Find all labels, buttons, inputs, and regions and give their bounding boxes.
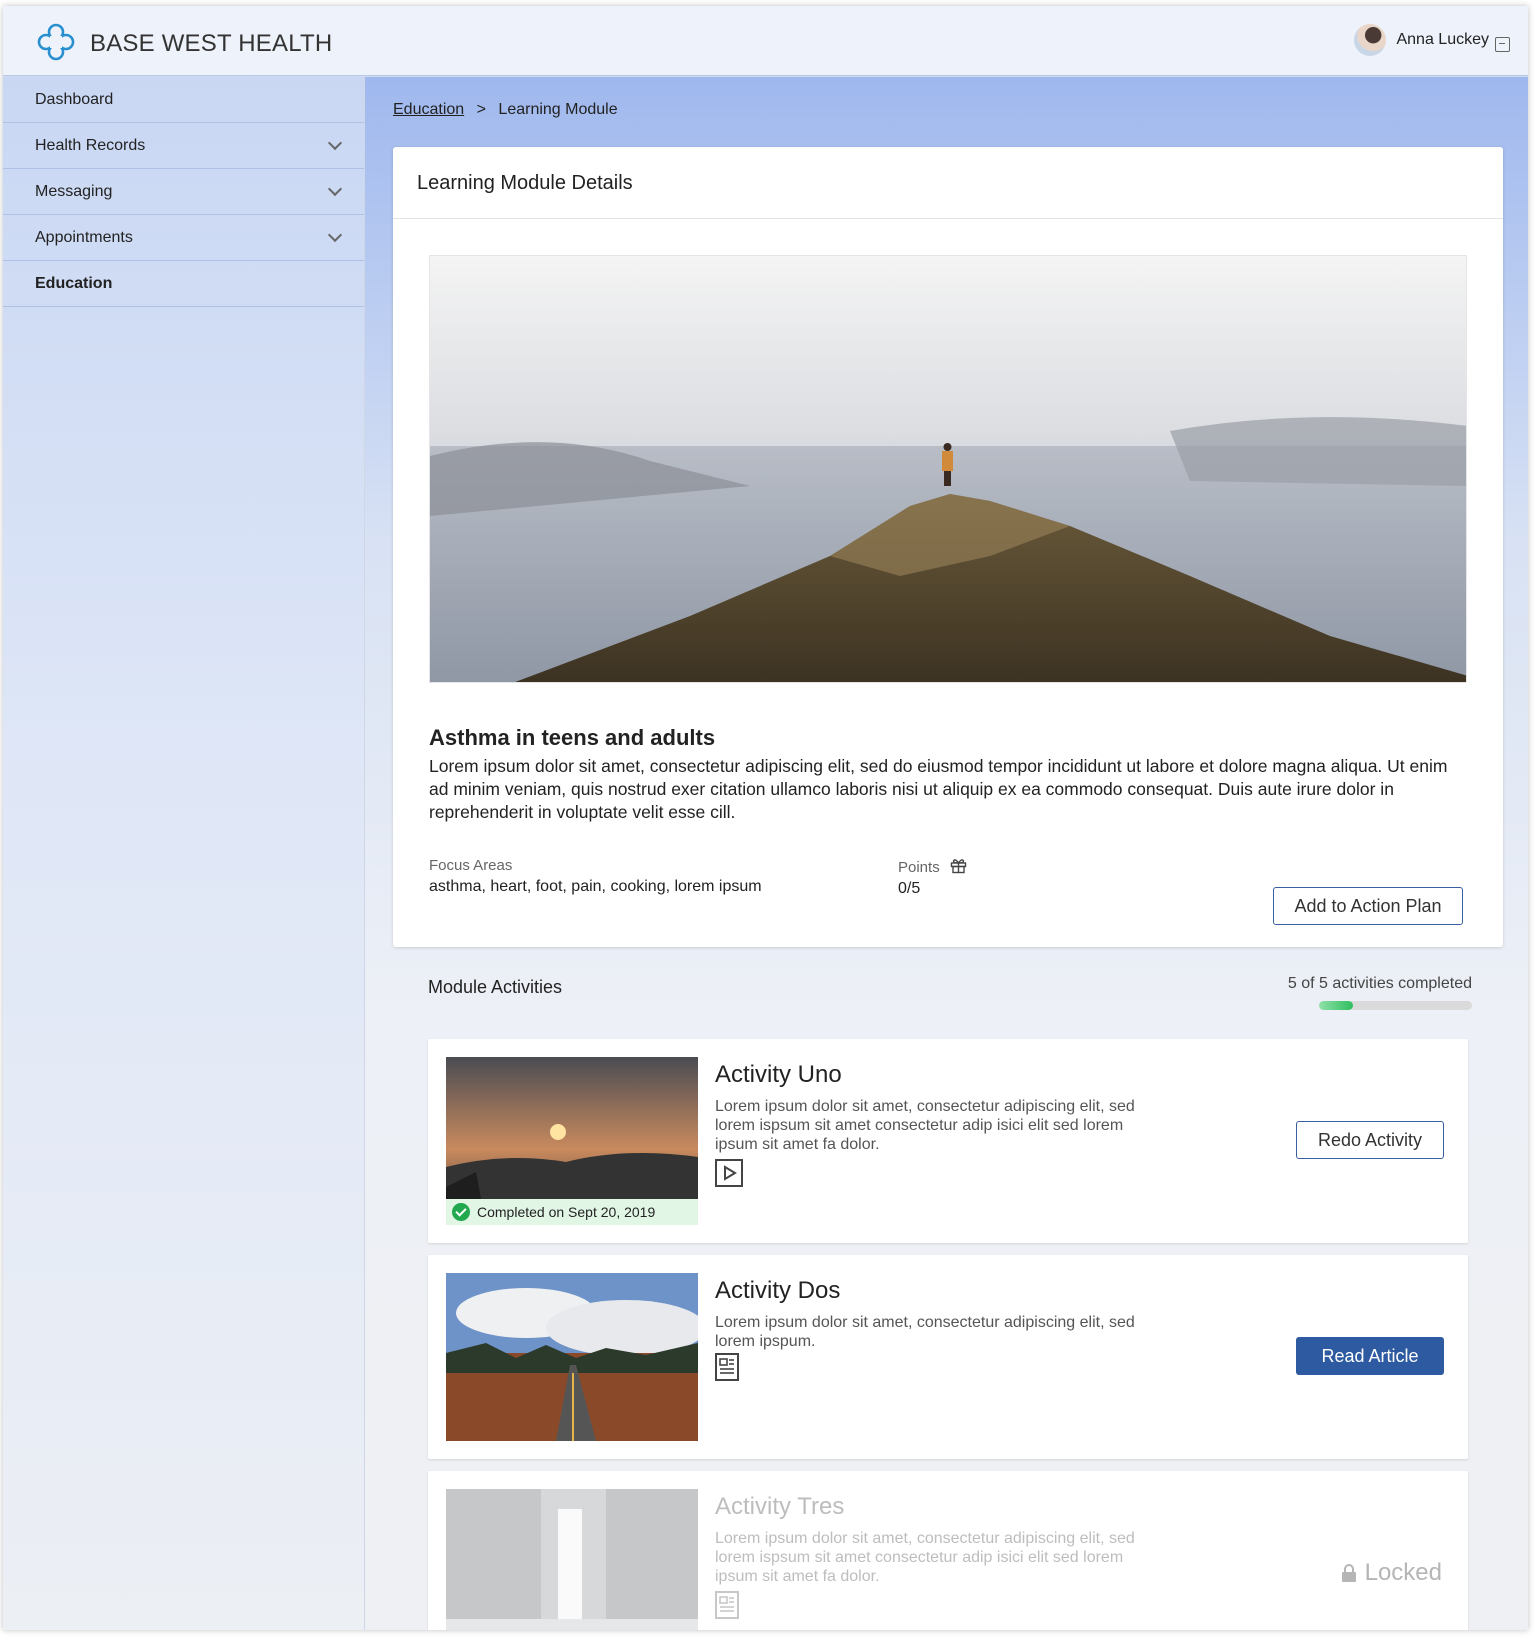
progress-bar — [1319, 1001, 1472, 1010]
locked-label: Locked — [1364, 1559, 1442, 1586]
sidebar-item-appointments[interactable]: Appointments — [3, 215, 364, 261]
activity-title: Activity Tres — [715, 1493, 845, 1520]
add-to-action-plan-button[interactable]: Add to Action Plan — [1273, 887, 1463, 925]
article-icon — [715, 1353, 739, 1381]
sidebar-item-label: Messaging — [35, 182, 113, 200]
app-window: BASE WEST HEALTH Anna Luckey Dashboard H… — [3, 6, 1528, 1630]
activity-description: Lorem ipsum dolor sit amet, consectetur … — [715, 1530, 1135, 1585]
progress-text: 5 of 5 activities completed — [1287, 975, 1472, 992]
lock-icon — [1341, 1564, 1356, 1582]
focus-areas: Focus Areas asthma, heart, foot, pain, c… — [429, 857, 762, 896]
points-label: Points — [898, 859, 940, 876]
sidebar-item-label: Education — [35, 274, 113, 292]
activity-card: Activity Tres Lorem ipsum dolor sit amet… — [428, 1471, 1468, 1630]
focus-areas-value: asthma, heart, foot, pain, cooking, lore… — [429, 878, 762, 895]
hero-image — [429, 255, 1467, 683]
gift-icon — [950, 859, 967, 874]
breadcrumb: Education > Learning Module — [393, 101, 618, 119]
avatar[interactable] — [1354, 24, 1387, 56]
user-name[interactable]: Anna Luckey — [1396, 31, 1489, 49]
sidebar-item-health-records[interactable]: Health Records — [3, 123, 364, 169]
activity-thumbnail — [446, 1273, 698, 1441]
card-title: Learning Module Details — [393, 147, 1503, 219]
chevron-down-icon[interactable] — [327, 227, 343, 242]
breadcrumb-link-education[interactable]: Education — [393, 101, 464, 118]
locked-status: Locked — [1341, 1559, 1442, 1587]
breadcrumb-separator: > — [476, 101, 486, 118]
sidebar-item-label: Dashboard — [35, 90, 114, 108]
module-description: Lorem ipsum dolor sit amet, consectetur … — [429, 756, 1448, 822]
read-article-button[interactable]: Read Article — [1296, 1337, 1444, 1375]
completed-badge: Completed on Sept 20, 2019 — [446, 1199, 698, 1225]
article-icon — [715, 1591, 739, 1619]
redo-activity-button[interactable]: Redo Activity — [1296, 1121, 1444, 1159]
points: Points 0/5 — [898, 857, 967, 898]
sidebar-item-dashboard[interactable]: Dashboard — [3, 77, 364, 123]
activity-card: Completed on Sept 20, 2019 Activity Uno … — [428, 1039, 1468, 1243]
module-activities-title: Module Activities — [428, 977, 563, 997]
main-content: Education > Learning Module Learning Mod… — [365, 77, 1528, 1630]
progress-bar-fill — [1319, 1001, 1353, 1010]
activity-title: Activity Uno — [715, 1061, 842, 1088]
activity-card: Activity Dos Lorem ipsum dolor sit amet,… — [428, 1255, 1468, 1459]
completed-text: Completed on Sept 20, 2019 — [477, 1204, 656, 1220]
logo-icon — [37, 23, 75, 61]
sidebar: Dashboard Health Records Messaging Appoi… — [3, 77, 365, 1630]
chevron-down-icon[interactable] — [327, 181, 343, 196]
brand-name: BASE WEST HEALTH — [90, 30, 333, 57]
activity-title: Activity Dos — [715, 1277, 841, 1304]
chevron-down-icon[interactable] — [327, 135, 343, 150]
sidebar-item-messaging[interactable]: Messaging — [3, 169, 364, 215]
breadcrumb-current: Learning Module — [498, 101, 618, 118]
activity-description: Lorem ipsum dolor sit amet, consectetur … — [715, 1314, 1135, 1350]
video-play-icon — [715, 1159, 743, 1187]
module-title: Asthma in teens and adults — [429, 725, 716, 750]
logout-icon[interactable] — [1495, 36, 1510, 52]
sidebar-item-education[interactable]: Education — [3, 261, 364, 307]
activity-description: Lorem ipsum dolor sit amet, consectetur … — [715, 1098, 1135, 1153]
user-menu[interactable]: Anna Luckey — [1354, 24, 1510, 56]
points-value: 0/5 — [898, 880, 921, 897]
sidebar-item-label: Health Records — [35, 136, 146, 154]
module-details-card: Learning Module Details Asthma in teens … — [393, 147, 1503, 947]
top-header: BASE WEST HEALTH Anna Luckey — [3, 6, 1528, 76]
focus-areas-label: Focus Areas — [429, 857, 513, 874]
check-circle-icon — [452, 1203, 470, 1221]
activity-thumbnail — [446, 1489, 698, 1630]
sidebar-item-label: Appointments — [35, 228, 133, 246]
